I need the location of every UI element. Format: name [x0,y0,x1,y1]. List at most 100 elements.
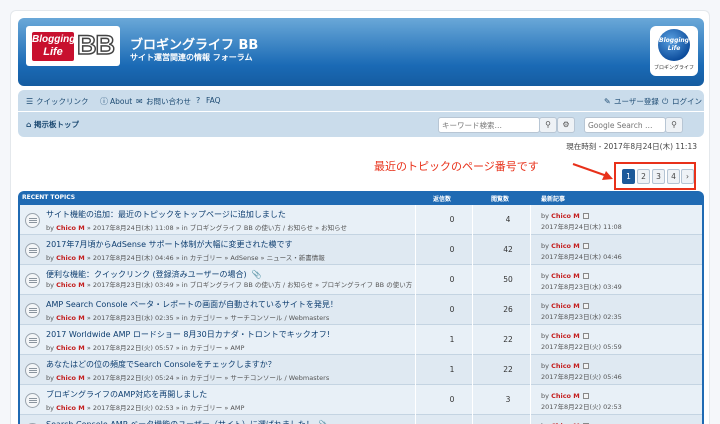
view-latest-post-icon[interactable] [582,333,589,339]
site-title[interactable]: ブロギングライフ BB [130,34,258,53]
google-search-input[interactable] [588,119,664,131]
page-3[interactable]: 3 [652,169,665,184]
last-post-time: 2017年8月23日(水) 03:49 [541,283,622,291]
topic-author[interactable]: Chico M [56,344,85,352]
topic-replies: 0 [449,275,455,284]
view-latest-post-icon[interactable] [582,213,589,219]
column-divider [472,325,473,355]
topic-title-link[interactable]: Search Console AMP ベータ機能のユーザー（サイト）に選ばれまし… [46,419,329,424]
nav-about[interactable]: ⓘ About [100,96,132,107]
search-icon: ⚲ [545,120,551,129]
topic-meta-text: » 2017年8月23日(水) 03:49 » in ブロギングライフ BB の… [86,281,413,289]
topic-title-link[interactable]: 便利な機能：クイックリンク (登録済みユーザーの場合) 📎 [46,269,262,280]
topic-by: by [46,314,54,322]
topic-title: ブロギングライフのAMP対応を再開しました [46,390,208,399]
table-row[interactable]: 2017年7月頃からAdSense サポート体制が大幅に変更された模です by C… [20,235,702,265]
site-header: Blogging Life BB ブロギングライフ BB サイト運営関連の情報 … [18,18,704,86]
breadcrumb[interactable]: ⌂ 掲示板トップ [26,119,79,130]
recent-topics-table: RECENT TOPICS 返信数 閲覧数 最新記事 サイト機能の追加：最近のト… [18,191,704,424]
keyword-search-input[interactable] [442,119,536,131]
annotation-label: 最近のトピックのページ番号です [374,160,539,173]
table-row[interactable]: あなたはどの位の頻度でSearch Consoleをチェックしますか？ by Ch… [20,355,702,385]
view-latest-post-icon[interactable] [582,243,589,249]
last-post-author[interactable]: Chico M [551,332,580,340]
last-post-by: by [541,272,549,280]
site-logo[interactable]: Blogging Life BB [26,26,120,66]
table-row[interactable]: Search Console AMP ベータ機能のユーザー（サイト）に選ばれまし… [20,415,702,424]
topic-meta-text: » 2017年8月22日(火) 05:24 » in カテゴリー » サーチコン… [86,374,330,382]
column-divider [530,235,531,265]
topic-replies: 0 [449,305,455,314]
nav-faq[interactable]: ? FAQ [196,96,221,105]
column-divider [415,355,416,385]
topic-title-link[interactable]: ブロギングライフのAMP対応を再開しました [46,389,207,400]
header-replies: 返信数 [433,196,452,203]
topic-views: 26 [503,305,513,314]
edit-icon: ✎ [604,97,611,106]
badge-circle: Blogging Life [658,29,690,61]
topic-replies: 0 [449,215,455,224]
nav-about-label: About [110,97,133,106]
topic-author[interactable]: Chico M [56,404,85,412]
advanced-search-button[interactable]: ⚙ [557,117,575,133]
topic-title-link[interactable]: AMP Search Console ベータ・レポートの画面が自動されているサイ… [46,299,338,310]
nav-login[interactable]: ⏻ ログイン [662,96,702,107]
topic-author[interactable]: Chico M [56,281,85,289]
topic-views: 4 [505,215,511,224]
topic-author[interactable]: Chico M [56,314,85,322]
keyword-search-button[interactable]: ⚲ [539,117,557,133]
view-latest-post-icon[interactable] [582,303,589,309]
topic-views: 22 [503,365,513,374]
page-2[interactable]: 2 [637,169,650,184]
view-latest-post-icon[interactable] [582,273,589,279]
last-post-author[interactable]: Chico M [551,392,580,400]
envelope-icon: ✉ [136,97,143,106]
topic-read-icon [25,273,40,288]
last-post-time: 2017年8月22日(火) 02:53 [541,403,622,411]
column-divider [415,205,416,235]
topic-author[interactable]: Chico M [56,254,85,262]
column-divider [530,325,531,355]
annotation-arrow [572,163,613,180]
view-latest-post-icon[interactable] [582,363,589,369]
google-search-button[interactable]: ⚲ [665,117,683,133]
topic-title-link[interactable]: サイト機能の追加：最近のトピックをトップページに追加しました [46,209,286,220]
last-post-author[interactable]: Chico M [551,212,580,220]
table-row[interactable]: 2017 Worldwide AMP ロードショー 8月30日カナダ・トロントで… [20,325,702,355]
table-row[interactable]: AMP Search Console ベータ・レポートの画面が自動されているサイ… [20,295,702,325]
table-row[interactable]: 便利な機能：クイックリンク (登録済みユーザーの場合) 📎 by Chico M »… [20,265,702,295]
column-divider [415,385,416,415]
topic-title-link[interactable]: 2017年7月頃からAdSense サポート体制が大幅に変更された模です [46,239,293,250]
view-latest-post-icon[interactable] [582,393,589,399]
page-1[interactable]: 1 [622,169,635,184]
column-divider [415,295,416,325]
topic-meta: by Chico M » 2017年8月22日(火) 02:53 » in カテ… [46,402,426,412]
column-divider [530,355,531,385]
column-divider [530,385,531,415]
topic-meta-text: » 2017年8月23日(水) 02:35 » in カテゴリー » サーチコン… [86,314,330,322]
last-post-author[interactable]: Chico M [551,272,580,280]
last-post-author[interactable]: Chico M [551,242,580,250]
topic-author[interactable]: Chico M [56,374,85,382]
next-page-button[interactable]: › [681,169,694,184]
column-divider [472,235,473,265]
topic-replies: 0 [449,245,455,254]
last-post-author[interactable]: Chico M [551,302,580,310]
page-wrapper: Blogging Life BB ブロギングライフ BB サイト運営関連の情報 … [10,10,710,424]
topic-author[interactable]: Chico M [56,224,85,232]
table-row[interactable]: サイト機能の追加：最近のトピックをトップページに追加しました by Chico M… [20,205,702,235]
nav-register[interactable]: ✎ ユーザー登録 [604,96,659,107]
table-row[interactable]: ブロギングライフのAMP対応を再開しました by Chico M » 2017年8… [20,385,702,415]
topic-title-link[interactable]: 2017 Worldwide AMP ロードショー 8月30日カナダ・トロントで… [46,329,330,340]
paperclip-icon: 📎 [251,270,262,279]
topic-title-link[interactable]: あなたはどの位の頻度でSearch Consoleをチェックしますか？ [46,359,276,370]
power-icon: ⏻ [662,97,669,106]
nav-contact[interactable]: ✉ お問い合わせ [136,96,191,107]
site-description: サイト運営関連の情報 フォーラム [130,53,253,62]
nav-register-label: ユーザー登録 [614,97,659,106]
last-post-author[interactable]: Chico M [551,362,580,370]
nav-quicklinks[interactable]: ☰ クイックリンク [26,96,89,107]
topic-meta-text: » 2017年8月24日(木) 11:08 » in ブロギングライフ BB の… [86,224,348,232]
page-4[interactable]: 4 [667,169,680,184]
topic-title: サイト機能の追加：最近のトピックをトップページに追加しました [46,210,286,219]
